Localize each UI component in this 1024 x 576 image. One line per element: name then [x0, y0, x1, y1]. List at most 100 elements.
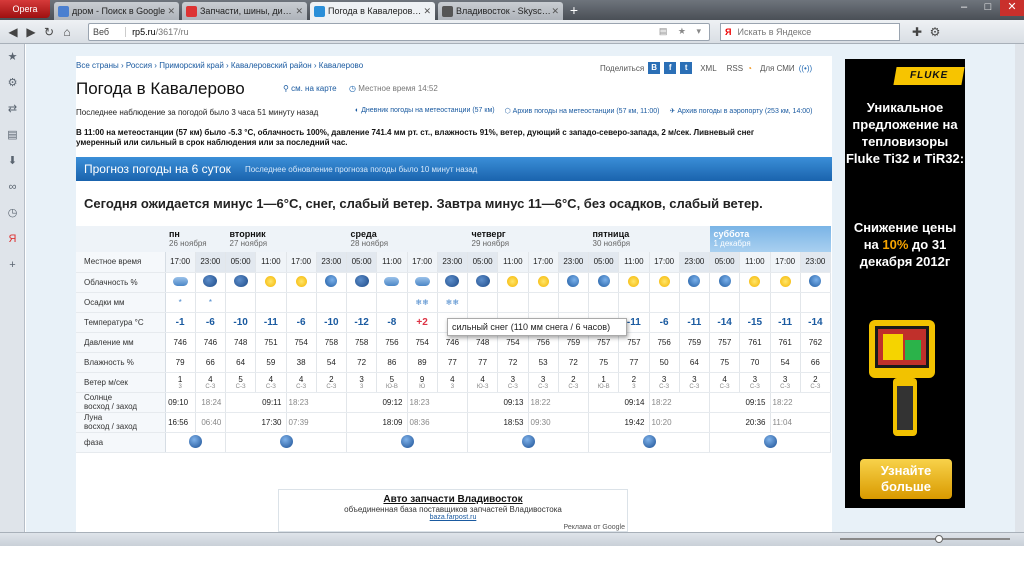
downloads-icon[interactable]: ⬇: [0, 148, 25, 174]
close-icon[interactable]: ✕: [551, 6, 559, 17]
row-label-text: Влажность %: [84, 357, 134, 367]
tab-parts[interactable]: Запчасти, шины, диск... ✕: [182, 2, 307, 20]
close-icon[interactable]: ✕: [167, 6, 175, 17]
day-header[interactable]: пятница 30 ноября: [588, 226, 710, 252]
skyscraper-icon: [442, 5, 453, 17]
pressure-row-cell: 757: [708, 332, 741, 353]
opera-menu-button[interactable]: Opera: [0, 0, 50, 18]
learn-more-button[interactable]: Узнайте больше: [860, 459, 952, 499]
add-panel-icon[interactable]: +: [0, 252, 25, 278]
map-link[interactable]: ⚲ см. на карте: [283, 84, 337, 93]
tab-skyscraper[interactable]: Владивосток - Skyscra... ✕: [438, 2, 563, 20]
time-row-cell: 23:00: [800, 252, 832, 273]
day-header[interactable]: пн 26 ноября: [165, 226, 226, 252]
ad-link[interactable]: baza.farpost.ru: [279, 514, 627, 521]
text-ad[interactable]: Авто запчасти Владивосток объединенная б…: [278, 489, 628, 532]
fluke-banner[interactable]: FLUKE Уникальное предложение на тепловиз…: [845, 59, 965, 508]
cloud-row-cell: [376, 272, 408, 293]
pressure-row-cell: 762: [800, 332, 832, 353]
moon-phase-cell: [346, 432, 468, 453]
vertical-scrollbar[interactable]: [1015, 44, 1024, 532]
day-header[interactable]: среда 28 ноября: [346, 226, 468, 252]
time-row-cell: 17:00: [164, 252, 196, 273]
night-cloud-icon: [354, 275, 369, 287]
maximize-button[interactable]: □: [976, 0, 1000, 16]
back-icon[interactable]: ◀: [4, 23, 22, 41]
link-icon[interactable]: ∞: [0, 174, 25, 200]
day-date: 28 ноября: [350, 239, 389, 248]
row-label-text: Осадки мм: [84, 297, 125, 307]
history-icon[interactable]: ◷: [0, 200, 25, 226]
row-label: [76, 226, 165, 252]
zoom-slider-knob[interactable]: [935, 535, 943, 543]
tab-google[interactable]: дром - Поиск в Google ✕: [54, 2, 179, 20]
sms-link[interactable]: Для СМИ: [760, 64, 795, 73]
temperature-value: -8: [387, 316, 397, 328]
tab-weather[interactable]: Погода в Кавалерово, ... ✕: [310, 2, 435, 20]
google-ads-label[interactable]: Реклама от Google: [564, 524, 626, 531]
moon-row-rise: 18:09: [346, 412, 408, 433]
snow-icon: ❄❄: [445, 297, 460, 307]
day-name: суббота: [713, 229, 750, 239]
url-field[interactable]: Веб rp5.ru/3617/ru ▤ ★ ▾: [88, 22, 710, 41]
moon-phase-cell: [588, 432, 710, 453]
vk-icon[interactable]: В: [648, 62, 661, 74]
time-row-cell: 23:00: [316, 252, 348, 273]
day-header[interactable]: четверг 29 ноября: [467, 226, 589, 252]
day-date: 27 ноября: [229, 239, 268, 248]
pressure-row-cell: 751: [255, 332, 287, 353]
close-icon[interactable]: ✕: [423, 6, 431, 17]
close-window-button[interactable]: ✕: [1000, 0, 1024, 16]
moon-phase-icon: [400, 434, 414, 448]
rss-link[interactable]: RSS: [727, 64, 743, 73]
wind-speed: 3: [752, 374, 758, 384]
sun-icon: [507, 275, 519, 287]
archive-airport-link[interactable]: ✈ Архив погоды в аэропорту (253 км, 14:0…: [670, 107, 813, 115]
extension-icon[interactable]: ✚: [908, 23, 926, 41]
bookmarks-icon[interactable]: ★: [0, 44, 25, 70]
bookmark-star-icon[interactable]: ▤ ★ ▾: [659, 26, 705, 37]
twitter-icon[interactable]: t: [680, 62, 693, 74]
new-tab-button[interactable]: +: [566, 2, 582, 20]
ad-title[interactable]: Авто запчасти Владивосток: [279, 494, 627, 505]
temperature-value: -11: [687, 316, 702, 328]
notes-icon[interactable]: ▤: [0, 122, 25, 148]
time-row-cell: 17:00: [407, 252, 438, 273]
day-header[interactable]: вторник 27 ноября: [225, 226, 347, 252]
rss-icon[interactable]: ◔: [747, 64, 752, 73]
humidity-row-cell: 72: [345, 352, 378, 373]
row-label: Давление мм: [76, 332, 166, 353]
row-label: Осадки мм: [76, 292, 166, 313]
time-row-cell: 17:00: [528, 252, 559, 273]
wind-row-cell: 4 С-З: [286, 372, 317, 393]
time-row-cell: 05:00: [587, 252, 620, 273]
cloud-icon: [414, 276, 430, 286]
cloud-row-cell: [316, 272, 348, 293]
yandex-panel-icon[interactable]: Я: [0, 226, 25, 252]
search-input[interactable]: Я Искать в Яндексе: [720, 22, 900, 41]
minimize-button[interactable]: –: [952, 0, 976, 16]
diary-link[interactable]: ◐ Дневник погоды на метеостанции (57 км): [355, 107, 495, 115]
humidity-row-cell: 89: [407, 352, 438, 373]
wifi-icon[interactable]: ((•)): [799, 64, 812, 73]
wind-row-cell: 43: [437, 372, 469, 393]
google-icon: [58, 5, 69, 17]
zoom-slider[interactable]: [840, 538, 1010, 540]
thermal-camera-image: [869, 320, 935, 436]
row-label: Солнце восход / заход: [76, 392, 166, 413]
wind-direction: С-З: [507, 383, 518, 390]
menu-icon[interactable]: ⚙: [926, 23, 944, 41]
archive-station-link[interactable]: ⬡ Архив погоды на метеостанции (57 км, 1…: [505, 107, 660, 115]
forward-icon[interactable]: ▶: [22, 23, 40, 41]
settings-icon[interactable]: ⚙: [0, 70, 25, 96]
day-header[interactable]: суббота 1 декабря: [709, 226, 831, 252]
pressure-row-cell: 758: [345, 332, 378, 353]
share-icon[interactable]: ⇄: [0, 96, 25, 122]
wind-speed: 3: [540, 374, 546, 384]
close-icon[interactable]: ✕: [295, 6, 303, 17]
home-icon[interactable]: ⌂: [58, 23, 76, 41]
facebook-icon[interactable]: f: [664, 62, 677, 74]
reload-icon[interactable]: ↻: [40, 23, 58, 41]
xml-link[interactable]: XML: [700, 64, 716, 73]
breadcrumb[interactable]: Все страны › Россия › Приморский край › …: [76, 61, 363, 70]
